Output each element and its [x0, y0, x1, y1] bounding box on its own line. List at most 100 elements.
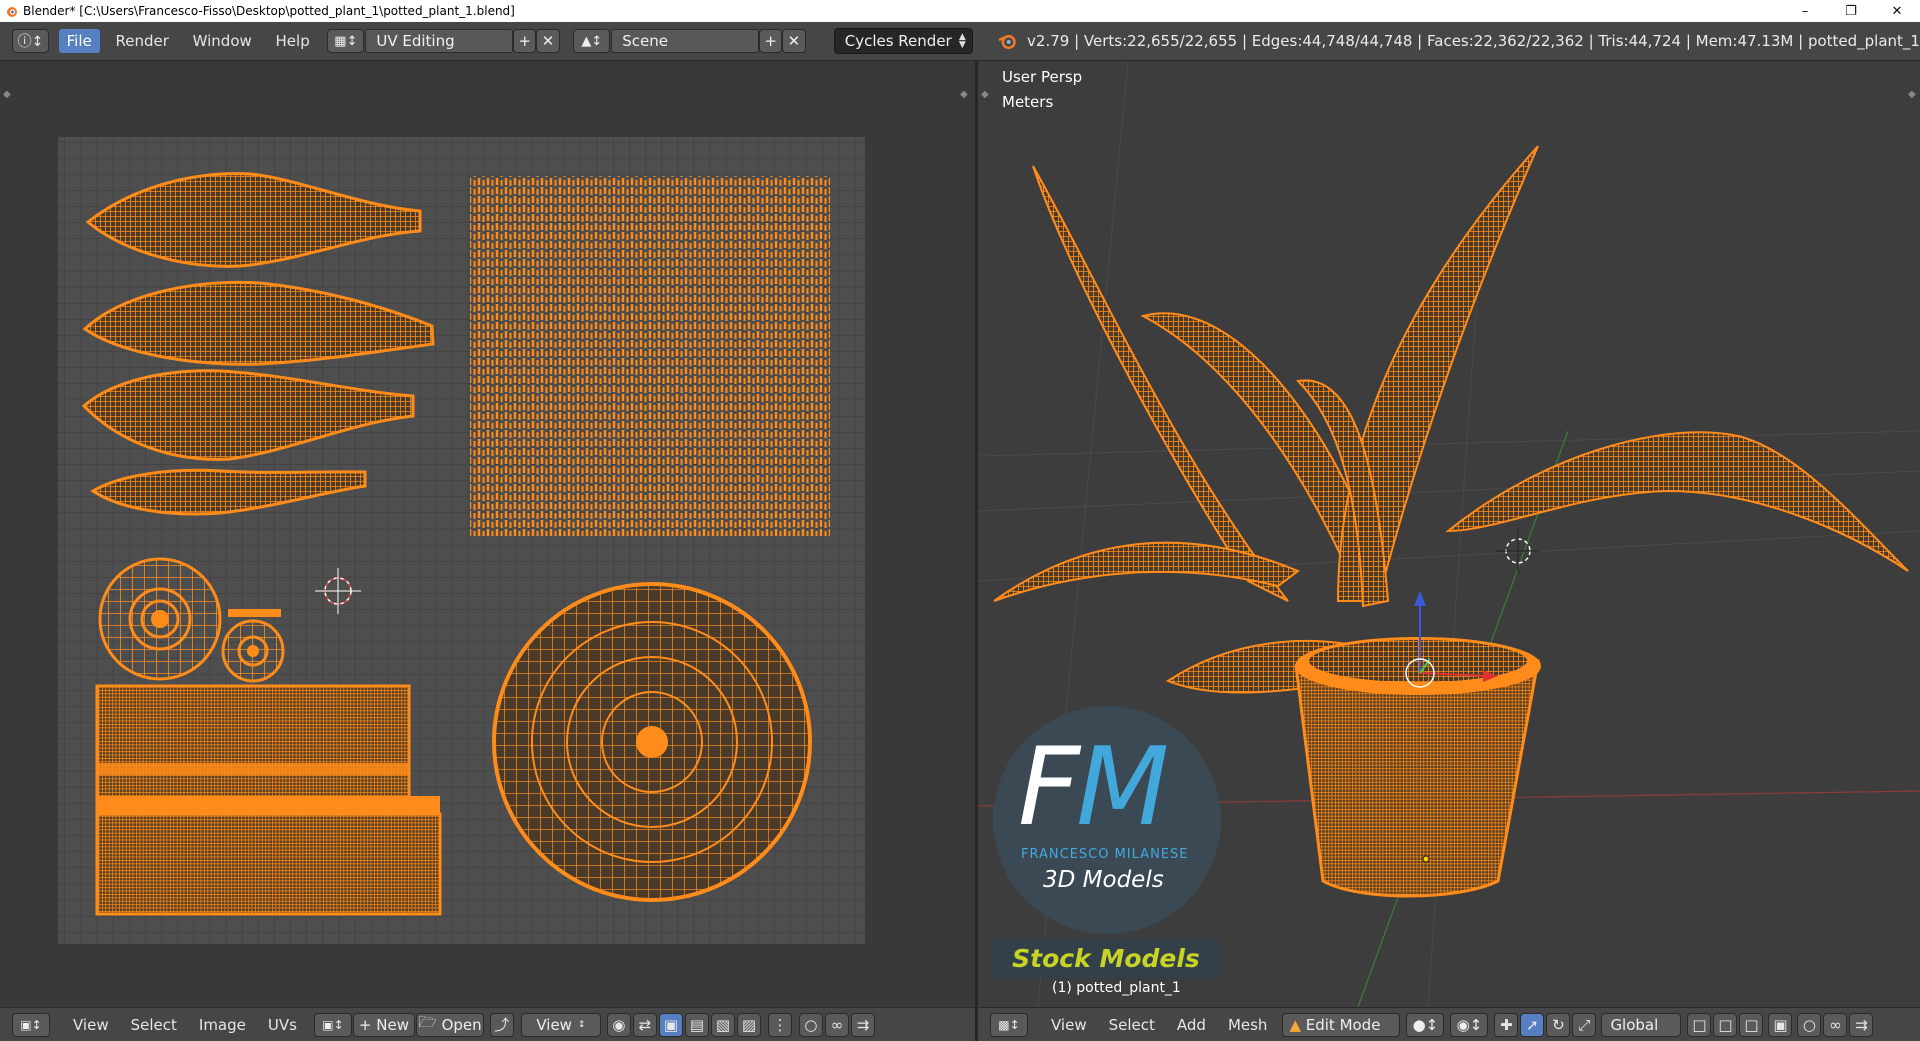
scene-icon: ▲↕ — [581, 33, 603, 49]
uv-island-pot-bottom[interactable] — [492, 582, 812, 902]
menu-select[interactable]: Select — [1098, 1016, 1166, 1034]
menu-mesh[interactable]: Mesh — [1217, 1016, 1279, 1034]
layer-icon[interactable]: □ — [1713, 1012, 1738, 1037]
updown-arrow-icon: ↕ — [577, 1019, 586, 1030]
object-origin — [1422, 855, 1430, 863]
watermark-subtitle: 3D Models — [1043, 867, 1164, 893]
proportional-edit-icon[interactable]: ○ — [1797, 1012, 1822, 1037]
watermark-banner: Stock Models — [993, 938, 1219, 978]
close-icon: ✕ — [787, 32, 801, 50]
mode-select[interactable]: ▲ Edit Mode — [1282, 1012, 1401, 1037]
manipulator-toggle-icon[interactable]: ✚ — [1494, 1012, 1519, 1037]
menu-image[interactable]: Image — [188, 1016, 257, 1034]
menu-help[interactable]: Help — [268, 29, 318, 53]
updown-arrow-icon: ▲ ▼ — [958, 32, 966, 50]
open-image-button[interactable]: 🗁 Open — [415, 1012, 484, 1037]
open-label: Open — [441, 1015, 482, 1034]
mode-label: Edit Mode — [1305, 1015, 1381, 1034]
plus-icon: + — [358, 1015, 377, 1034]
layer-icon[interactable]: □ — [1687, 1012, 1712, 1037]
face-select-icon[interactable]: ▧ — [710, 1012, 735, 1037]
uv-island-pot-side[interactable] — [95, 684, 442, 916]
scene-statistics: v2.79 | Verts:22,655/22,655 | Edges:44,7… — [1027, 32, 1920, 50]
add-scene-button[interactable]: + — [758, 29, 783, 53]
pivot-icon: ◉↕ — [1456, 1015, 1483, 1034]
info-header: ⓘ↕ File Render Window Help ▦↕ UV Editing… — [0, 22, 1920, 61]
menu-render[interactable]: Render — [107, 29, 176, 53]
window-titlebar: Blender* [C:\Users\Francesco-Fisso\Deskt… — [0, 0, 1920, 22]
editor-type-button[interactable]: ⓘ↕ — [12, 29, 49, 53]
edit-mode-icon: ▲ — [1289, 1015, 1306, 1034]
view-name-label: User Persp — [1002, 68, 1083, 86]
blender-logo-icon — [7, 7, 17, 17]
pivot-icon[interactable]: ◉ — [606, 1012, 631, 1037]
screen-layout-field[interactable]: UV Editing — [365, 29, 514, 53]
new-label: New — [376, 1015, 409, 1034]
scene-browse-button[interactable]: ▲↕ — [573, 29, 611, 53]
vertex-select-icon[interactable]: ▣ — [1768, 1012, 1793, 1037]
menu-view[interactable]: View — [62, 1016, 120, 1034]
menu-file[interactable]: File — [58, 29, 100, 53]
region-toggle-left-icon[interactable]: ◆ — [3, 89, 11, 100]
object-name-label: (1) potted_plant_1 — [1052, 980, 1181, 996]
pivot-point-select[interactable]: ◉↕ — [1450, 1012, 1489, 1037]
proportional-edit-icon[interactable]: ○ — [798, 1012, 823, 1037]
layer-icon[interactable]: □ — [1739, 1012, 1764, 1037]
close-button[interactable]: ✕ — [1874, 0, 1920, 22]
editor-type-button[interactable]: ▣↕ — [12, 1012, 50, 1037]
vertex-select-icon[interactable]: ▣ — [658, 1012, 683, 1037]
menu-select[interactable]: Select — [120, 1016, 188, 1034]
view-mode-select[interactable]: View ↕ — [520, 1012, 601, 1037]
region-toggle-right-icon[interactable]: ◆ — [960, 89, 968, 100]
region-toggle-left-icon[interactable]: ◆ — [981, 89, 989, 100]
image-browse-button[interactable]: ▣↕ — [313, 1012, 352, 1037]
viewport-shading-select[interactable]: ●↕ — [1406, 1012, 1445, 1037]
blender-logo-icon — [998, 34, 1016, 49]
view-mode-label: View — [536, 1015, 572, 1034]
3d-cursor[interactable] — [1496, 529, 1540, 573]
island-select-icon[interactable]: ▨ — [736, 1012, 761, 1037]
screen-layout-browse-button[interactable]: ▦↕ — [327, 29, 365, 53]
transform-orientation-select[interactable]: Global — [1601, 1012, 1682, 1037]
close-icon: ✕ — [541, 32, 555, 50]
snap-target-icon[interactable]: ⇉ — [850, 1012, 875, 1037]
units-label: Meters — [1002, 93, 1054, 111]
new-image-button[interactable]: + New — [352, 1012, 415, 1037]
orientation-label: Global — [1610, 1015, 1659, 1034]
image-editor-icon: ▣↕ — [20, 1017, 42, 1032]
pin-icon[interactable]: ⤴ — [489, 1012, 514, 1037]
cube-icon: ▩↕ — [998, 1017, 1020, 1032]
watermark-author: FRANCESCO MILANESE — [1021, 847, 1189, 862]
uv-canvas[interactable]: ◆ ◆ — [0, 61, 975, 1007]
uv-island-soil-strips[interactable] — [470, 176, 830, 536]
layout-grid-icon: ▦↕ — [334, 33, 358, 49]
image-icon: ▣↕ — [322, 1017, 344, 1032]
menu-window[interactable]: Window — [185, 29, 260, 53]
scene-field[interactable]: Scene — [611, 29, 759, 53]
uv-editor-footer: ▣↕ View Select Image UVs ▣↕ + New 🗁 Open… — [0, 1007, 975, 1041]
render-engine-select[interactable]: Cycles Render ▲ ▼ — [833, 28, 973, 54]
translate-manipulator-icon[interactable]: ➚ — [1520, 1012, 1545, 1037]
add-screen-button[interactable]: + — [513, 29, 537, 53]
scale-manipulator-icon[interactable]: ⤢ — [1572, 1012, 1597, 1037]
edge-select-icon[interactable]: ▤ — [684, 1012, 709, 1037]
editor-type-button[interactable]: ▩↕ — [990, 1012, 1028, 1037]
menu-add[interactable]: Add — [1166, 1016, 1217, 1034]
snap-icon[interactable]: ∞ — [1823, 1012, 1848, 1037]
snap-target-icon[interactable]: ⇉ — [1849, 1012, 1874, 1037]
menu-uvs[interactable]: UVs — [257, 1016, 308, 1034]
minimize-button[interactable]: – — [1782, 0, 1828, 22]
rotate-manipulator-icon[interactable]: ↻ — [1546, 1012, 1571, 1037]
render-engine-label: Cycles Render — [844, 32, 952, 50]
delete-scene-button[interactable]: ✕ — [782, 29, 806, 53]
region-toggle-right-icon[interactable]: ◆ — [1908, 89, 1916, 100]
plus-icon: + — [764, 32, 777, 50]
restore-button[interactable]: ❐ — [1828, 0, 1874, 22]
sticky-mode-icon[interactable]: ⋮ — [767, 1012, 792, 1037]
sync-selection-icon[interactable]: ⇄ — [632, 1012, 657, 1037]
delete-screen-button[interactable]: ✕ — [536, 29, 560, 53]
menu-view[interactable]: View — [1040, 1016, 1098, 1034]
folder-icon: 🗁 — [418, 1013, 442, 1031]
snap-icon[interactable]: ∞ — [824, 1012, 849, 1037]
uv-image-editor[interactable]: ◆ ◆ — [0, 61, 975, 1007]
